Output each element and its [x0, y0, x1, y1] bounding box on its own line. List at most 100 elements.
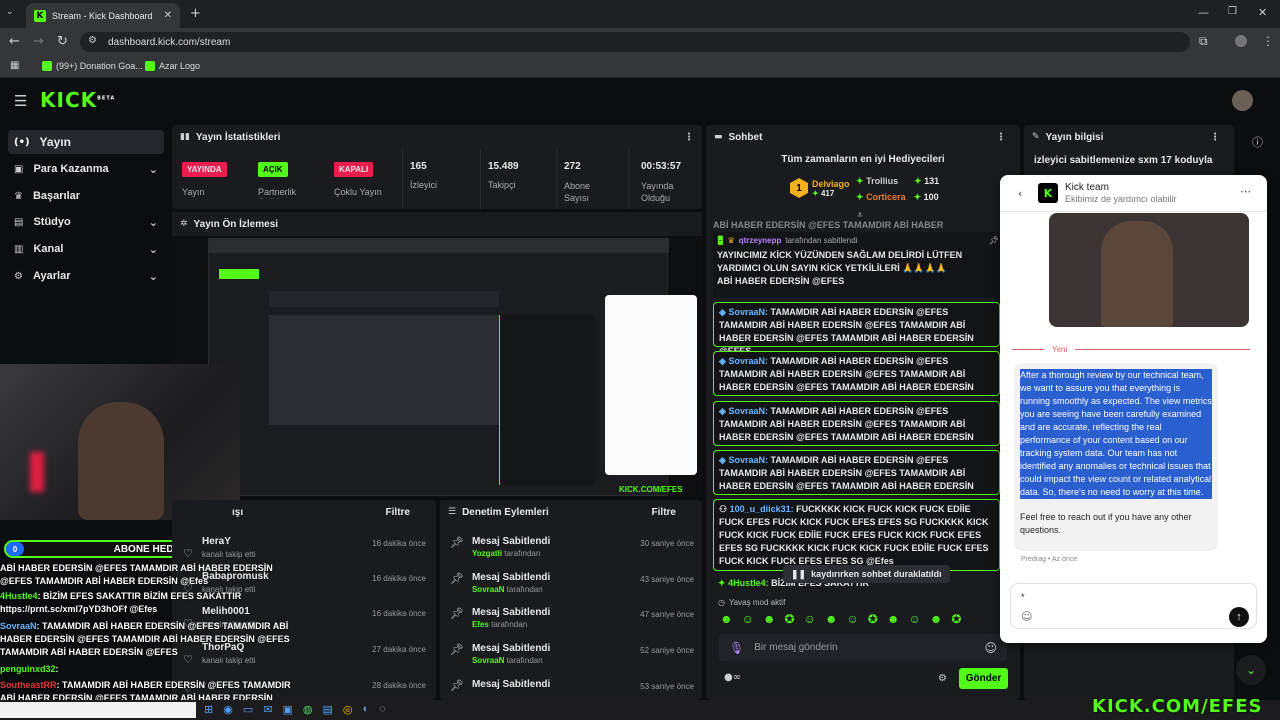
emoji-icon[interactable]: ☺: [1021, 610, 1032, 623]
kick-logo[interactable]: KICKBETA: [40, 88, 115, 112]
bookmark-donation[interactable]: (99+) Donation Goa...: [42, 61, 143, 71]
send-arrow-icon[interactable]: ↑: [1229, 607, 1249, 627]
extensions-icon[interactable]: ⧉: [1199, 34, 1208, 49]
browser-tab-bar: ⌄ K Stream - Kick Dashboard ✕ + — ❐ ✕: [0, 0, 1280, 28]
sidebar-item-para-kazanma[interactable]: ▣ Para Kazanma ⌄: [8, 157, 164, 181]
taskbar-search[interactable]: [0, 702, 196, 718]
bookmark-azar[interactable]: Azar Logo: [145, 61, 200, 71]
back-icon[interactable]: ←: [9, 34, 20, 49]
followers-filter-button[interactable]: Filtre: [386, 507, 410, 518]
stream-stats-header: ▮▮ Yayın İstatistikleri ⋮: [180, 131, 694, 143]
sidebar-item-kanal[interactable]: ▥ Kanal ⌄: [8, 237, 164, 261]
restore-icon[interactable]: ❐: [1228, 6, 1237, 17]
chat-input[interactable]: 🎙︎ Bir mesaj gönderin ☺: [719, 634, 1007, 661]
verified-icon: ◈: [719, 307, 726, 317]
close-tab-icon[interactable]: ✕: [164, 10, 172, 21]
emote-icon[interactable]: ✪: [951, 612, 961, 630]
tab-list-icon[interactable]: ⌄: [6, 7, 14, 17]
hamburger-menu-icon[interactable]: ☰: [14, 92, 27, 110]
browser-menu-icon[interactable]: ⋮: [1262, 34, 1274, 48]
site-info-icon[interactable]: ⚙: [88, 35, 97, 46]
moderation-filter-button[interactable]: Filtre: [652, 507, 676, 518]
edge-icon[interactable]: ◉: [223, 703, 233, 716]
taskbar: ⊞ ◉ ▭ ✉ ▣ ◍ ▤ ◎ ◐ ◌: [0, 700, 1280, 720]
emote-icon[interactable]: ☺: [804, 612, 816, 630]
app-icon[interactable]: ▤: [322, 703, 332, 716]
emote-icon[interactable]: ✪: [868, 612, 878, 630]
apps-grid-icon[interactable]: ▦: [10, 60, 19, 71]
profile-avatar[interactable]: [1235, 35, 1247, 47]
mail-icon[interactable]: ✉: [263, 703, 272, 716]
gifter-first[interactable]: 1 Delviago ✦ 417: [790, 178, 850, 198]
bot-icon: ⚇: [719, 504, 728, 514]
unpin-icon[interactable]: 📌︎: [989, 236, 999, 245]
sidebar-item-yayin[interactable]: (•) Yayın: [8, 130, 164, 154]
discord-icon[interactable]: ◐: [362, 703, 369, 716]
emote-icon[interactable]: ☻: [720, 612, 733, 630]
chat-icon: ▬: [714, 132, 723, 142]
preview-video[interactable]: KICK.COM/EFES: [208, 238, 697, 496]
pin-icon: 📌︎: [450, 572, 464, 585]
browser-tab[interactable]: K Stream - Kick Dashboard ✕: [26, 3, 180, 28]
emote-icon[interactable]: ☻: [887, 612, 900, 630]
chat-settings-icon[interactable]: ⚙: [938, 673, 947, 684]
send-button[interactable]: Gönder: [959, 668, 1008, 689]
table-row: 📌︎ Mesaj Sabitlendi Efes tarafından 47 sa…: [450, 607, 694, 629]
emote-icon[interactable]: ☺: [908, 612, 920, 630]
chrome-icon[interactable]: ◎: [343, 703, 353, 716]
support-image-attachment[interactable]: [1049, 213, 1249, 327]
streamer-figure: [78, 402, 164, 520]
gift-icon: ✦: [856, 176, 864, 186]
support-input[interactable]: * ☺ ↑: [1010, 583, 1257, 629]
chat-paused-button[interactable]: ❚❚ kaydırırken sohbet duraklatıldı: [783, 565, 950, 583]
verified-icon: ◈: [719, 455, 726, 465]
gifter-second[interactable]: ✦ Trollius ✦ 131: [856, 176, 939, 187]
scroll-down-button[interactable]: ⌄: [1236, 655, 1266, 685]
emote-icon[interactable]: ☺: [742, 612, 754, 630]
emoji-icon[interactable]: ☺: [984, 641, 997, 655]
chat-menu-icon[interactable]: ⋮: [996, 132, 1006, 143]
support-chat-widget: ‹ K Kick team Ekibimiz de yardımcı olabi…: [1000, 175, 1267, 643]
chat-header: ▬ Sohbet ⋮: [714, 131, 1006, 143]
chat-message: ◈ SovraaN: TAMAMDIR ABİ HABER EDERSİN @E…: [713, 302, 1000, 356]
divider: [1000, 211, 1267, 212]
stream-stats-panel: ▮▮ Yayın İstatistikleri ⋮ YAYINDA Yayın …: [172, 125, 702, 209]
stat-takipci: 15.489 Takipçi: [488, 161, 519, 190]
url-field[interactable]: ⚙ dashboard.kick.com/stream: [80, 32, 1190, 52]
gift-icon: ✦: [914, 176, 922, 186]
spotify-icon[interactable]: ◍: [303, 703, 313, 716]
user-avatar[interactable]: [1232, 90, 1253, 111]
preview-nested-video: [269, 315, 499, 425]
reload-icon[interactable]: ↻: [57, 34, 68, 49]
stats-menu-icon[interactable]: ⋮: [684, 132, 694, 143]
divider: [628, 149, 629, 209]
emote-icon[interactable]: ☻: [930, 612, 943, 630]
windows-icon[interactable]: ⊞: [204, 703, 213, 716]
folder-icon[interactable]: ▭: [243, 703, 253, 716]
microphone-icon[interactable]: 🎙︎: [729, 641, 744, 655]
sidebar-item-basarilar[interactable]: ♛ Başarılar: [8, 184, 164, 208]
points-icon[interactable]: ●∞: [724, 672, 741, 683]
gifter-third[interactable]: ✦ Corticera ✦ 100: [856, 192, 939, 203]
close-window-icon[interactable]: ✕: [1258, 6, 1267, 19]
sidebar-item-ayarlar[interactable]: ⚙ Ayarlar ⌄: [8, 264, 164, 288]
support-message-bubble: After a thorough review by our technical…: [1014, 363, 1218, 551]
stream-preview-header: ✲ Yayın Ön İzlemesi: [172, 212, 702, 236]
chat-message: ◈ SovraaN: TAMAMDIR ABİ HABER EDERSİN @E…: [713, 351, 1000, 396]
new-tab-icon[interactable]: +: [190, 6, 201, 21]
sidebar-item-studyo[interactable]: ▤ Stüdyo ⌄: [8, 210, 164, 234]
app-icon[interactable]: ◌: [379, 703, 386, 716]
emote-icon[interactable]: ☻: [763, 612, 776, 630]
stream-info-menu-icon[interactable]: ⋮: [1210, 132, 1220, 143]
new-label: Yeni: [1044, 345, 1076, 354]
app-icon[interactable]: ▣: [282, 703, 292, 716]
forward-icon[interactable]: →: [33, 34, 44, 49]
widget-menu-icon[interactable]: ⋯: [1240, 185, 1251, 198]
back-arrow-icon[interactable]: ‹: [1018, 187, 1022, 200]
info-icon[interactable]: ⓘ: [1252, 134, 1263, 150]
emote-icon[interactable]: ☺: [847, 612, 859, 630]
emote-icon[interactable]: ☻: [825, 612, 838, 630]
emote-icon[interactable]: ✪: [785, 612, 795, 630]
crown-icon: ♛: [727, 236, 735, 245]
minimize-icon[interactable]: —: [1198, 6, 1209, 19]
